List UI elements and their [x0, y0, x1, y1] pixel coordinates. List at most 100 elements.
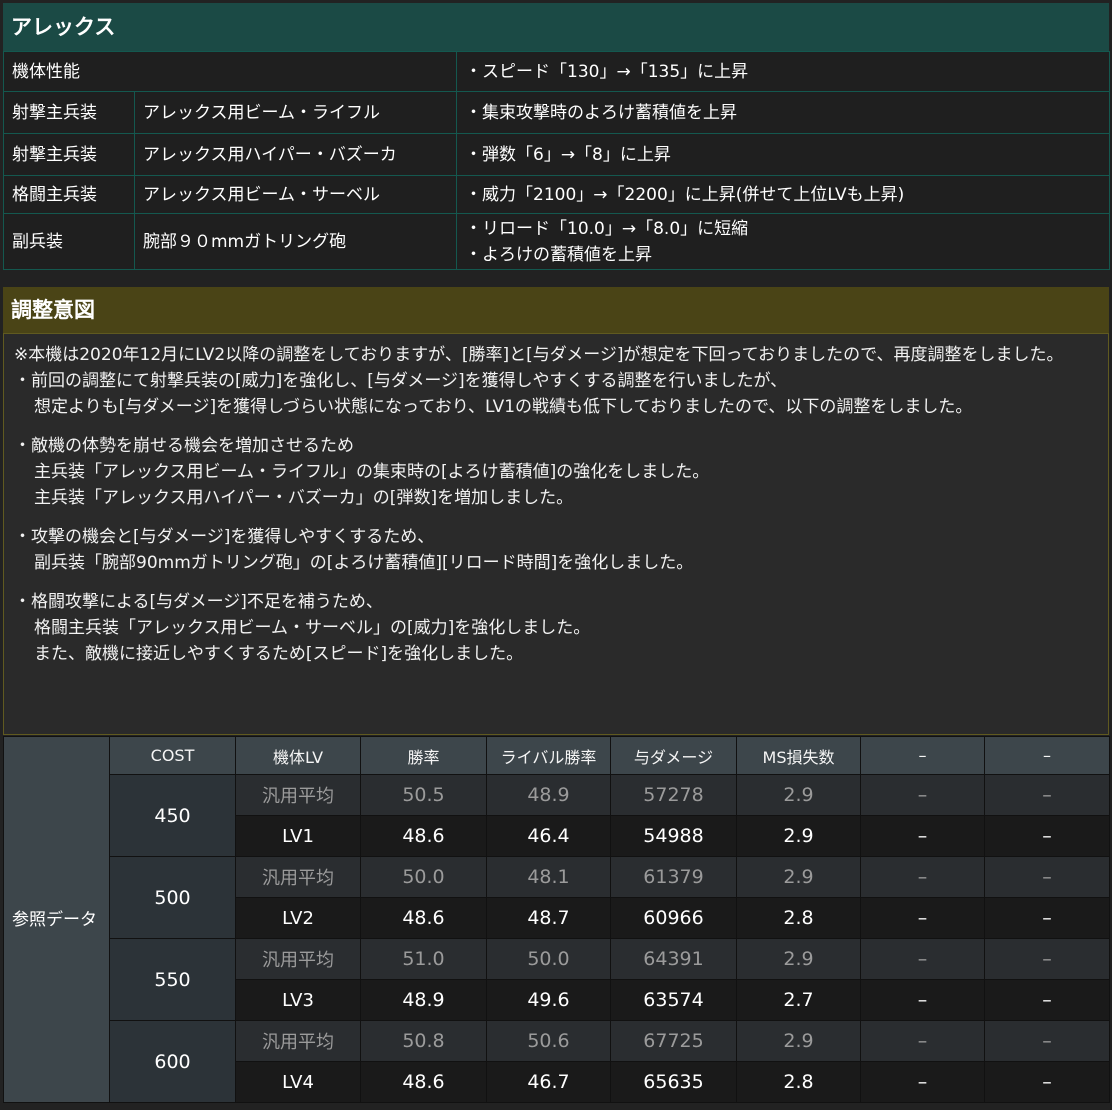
data-cell: – — [860, 815, 985, 857]
data-cell: 2.9 — [736, 856, 861, 898]
data-cell: – — [984, 938, 1110, 980]
row-label: 汎用平均 — [235, 1020, 361, 1062]
row-label: LV1 — [235, 815, 361, 857]
intent-line: ※本機は2020年12月にLV2以降の調整をしておりますが、[勝率]と[与ダメー… — [14, 345, 1064, 365]
data-cell: – — [860, 774, 985, 816]
intent-line: また、敵機に接近しやすくするため[スピード]を強化しました。 — [34, 644, 524, 664]
data-cell: 2.9 — [736, 815, 861, 857]
data-cell: – — [984, 1020, 1110, 1062]
data-cell: – — [860, 1061, 985, 1103]
data-cell: – — [984, 979, 1110, 1021]
spec-note: ・威力「2100」→「2200」に上昇(併せて上位LVも上昇) — [465, 184, 905, 205]
spec-weapon: 腕部９０mmガトリング砲 — [134, 213, 457, 270]
patch-notes-page: アレックス 機体性能 ・スピード「130」→「135」に上昇 射撃主兵装 アレックス用… — [0, 0, 1112, 1110]
data-cell: – — [984, 815, 1110, 857]
data-cell: 48.9 — [486, 774, 611, 816]
data-cell: – — [860, 897, 985, 939]
row-label: LV2 — [235, 897, 361, 939]
spec-row: 射撃主兵装 アレックス用ビーム・ライフル ・集束攻撃時のよろけ蓄積値を上昇 — [3, 91, 1110, 134]
cost-cell: 500 — [109, 856, 236, 939]
intent-title: 調整意図 — [3, 287, 1109, 333]
intent-line: ・格闘攻撃による[与ダメージ]不足を補うため、 — [14, 592, 383, 612]
data-cell: – — [860, 1020, 985, 1062]
intent-text: ※本機は2020年12月にLV2以降の調整をしておりますが、[勝率]と[与ダメー… — [3, 333, 1109, 735]
spec-note: ・集束攻撃時のよろけ蓄積値を上昇 — [465, 102, 737, 123]
data-cell: 51.0 — [360, 938, 487, 980]
cost-cell: 450 — [109, 774, 236, 857]
intent-line: ・攻撃の機会と[与ダメージ]を獲得しやすくするため、 — [14, 527, 435, 547]
data-cell: – — [860, 938, 985, 980]
data-cell: 50.8 — [360, 1020, 487, 1062]
intent-line: 主兵装「アレックス用ビーム・ライフル」の集束時の[よろけ蓄積値]の強化をしました… — [34, 462, 710, 482]
data-cell: 48.1 — [486, 856, 611, 898]
data-cell: 64391 — [610, 938, 737, 980]
data-cell: 57278 — [610, 774, 737, 816]
average-row: 550 汎用平均 51.0 50.0 64391 2.9– – — [4, 938, 1110, 1021]
spec-category: 射撃主兵装 — [3, 91, 135, 134]
column-header: ライバル勝率 — [486, 736, 611, 775]
data-cell: 65635 — [610, 1061, 737, 1103]
spec-category: 格闘主兵装 — [3, 175, 135, 214]
spec-row: 副兵装 腕部９０mmガトリング砲 ・リロード「10.0」→「8.0」に短縮 ・よろけの… — [3, 213, 1110, 270]
spec-note: ・リロード「10.0」→「8.0」に短縮 — [465, 218, 749, 239]
data-cell: 2.7 — [736, 979, 861, 1021]
cost-cell: 600 — [109, 1020, 236, 1103]
header-row: 参照データ COST 機体LV 勝率 ライバル勝率 与ダメージ MS損失数 – – — [3, 736, 1110, 1103]
data-cell: 2.9 — [736, 1020, 861, 1062]
data-cell: 50.0 — [486, 938, 611, 980]
intent-line: 格闘主兵装「アレックス用ビーム・サーベル」の[威力]を強化しました。 — [34, 618, 591, 638]
spec-category: 機体性能 — [3, 51, 457, 92]
intent-line: ・敵機の体勢を崩せる機会を増加させるため — [14, 436, 354, 456]
data-cell: 50.0 — [360, 856, 487, 898]
data-cell: 2.9 — [736, 774, 861, 816]
intent-line: 副兵装「腕部90mmガトリング砲」の[よろけ蓄積値][リロード時間]を強化しまし… — [34, 553, 694, 573]
row-label: 汎用平均 — [235, 856, 361, 898]
column-header: 機体LV — [235, 736, 361, 775]
spec-notes: ・集束攻撃時のよろけ蓄積値を上昇 — [456, 91, 1110, 134]
row-label: 汎用平均 — [235, 774, 361, 816]
data-cell: 67725 — [610, 1020, 737, 1062]
reference-label: 参照データ — [3, 736, 110, 1103]
average-row: 600 汎用平均 50.8 50.6 67725 2.9– – — [4, 1020, 1110, 1103]
column-header: 与ダメージ — [610, 736, 737, 775]
data-cell: 2.8 — [736, 1061, 861, 1103]
row-label: LV3 — [235, 979, 361, 1021]
spec-note: ・スピード「130」→「135」に上昇 — [465, 61, 749, 82]
data-cell: 46.4 — [486, 815, 611, 857]
spec-weapon: アレックス用ハイパー・バズーカ — [134, 133, 457, 176]
intent-line: ・前回の調整にて射撃兵装の[威力]を強化し、[与ダメージ]を獲得しやすくする調整… — [14, 371, 788, 391]
column-header: 勝率 — [360, 736, 487, 775]
cost-cell: 550 — [109, 938, 236, 1021]
data-cell: 46.7 — [486, 1061, 611, 1103]
row-label: 汎用平均 — [235, 938, 361, 980]
spec-weapon: アレックス用ビーム・サーベル — [134, 175, 457, 214]
spec-note: ・よろけの蓄積値を上昇 — [465, 244, 652, 265]
column-header: MS損失数 — [736, 736, 861, 775]
spec-row: 機体性能 ・スピード「130」→「135」に上昇 — [3, 51, 1110, 92]
data-cell: 48.9 — [360, 979, 487, 1021]
spec-category: 射撃主兵装 — [3, 133, 135, 176]
data-cell: – — [984, 897, 1110, 939]
spec-weapon: アレックス用ビーム・ライフル — [134, 91, 457, 134]
data-cell: – — [860, 979, 985, 1021]
data-cell: 2.9 — [736, 938, 861, 980]
data-cell: 63574 — [610, 979, 737, 1021]
data-cell: 48.7 — [486, 897, 611, 939]
data-cell: 54988 — [610, 815, 737, 857]
spec-notes: ・スピード「130」→「135」に上昇 — [456, 51, 1110, 92]
spec-notes: ・威力「2100」→「2200」に上昇(併せて上位LVも上昇) — [456, 175, 1110, 214]
row-label: LV4 — [235, 1061, 361, 1103]
column-header: COST — [109, 736, 236, 775]
data-cell: 2.8 — [736, 897, 861, 939]
data-cell: 48.6 — [360, 815, 487, 857]
column-header: – — [860, 736, 985, 775]
intent-line: 想定よりも[与ダメージ]を獲得しづらい状態になっており、LV1の戦績も低下してお… — [34, 397, 973, 417]
unit-title: アレックス — [3, 3, 1109, 51]
spec-category: 副兵装 — [3, 213, 135, 270]
data-cell: 60966 — [610, 897, 737, 939]
data-cell: 49.6 — [486, 979, 611, 1021]
average-row: 500 汎用平均 50.0 48.1 61379 2.9– – — [4, 856, 1110, 939]
data-cell: – — [984, 1061, 1110, 1103]
